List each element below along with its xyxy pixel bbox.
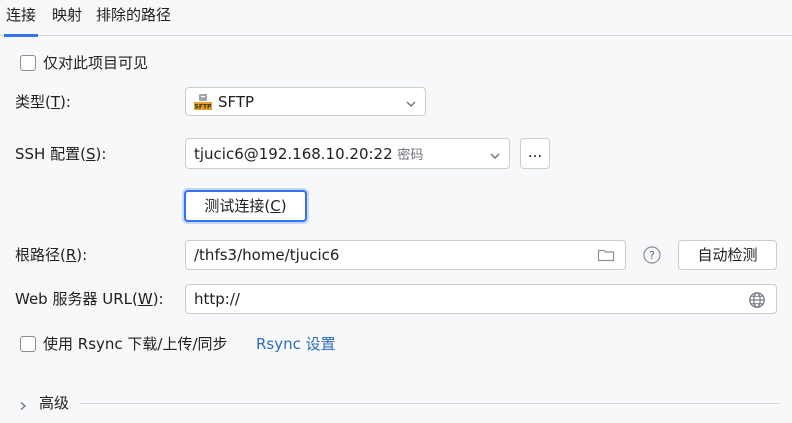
folder-icon[interactable] xyxy=(597,247,615,263)
chevron-down-icon xyxy=(405,96,417,108)
tab-connection[interactable]: 连接 xyxy=(4,0,39,37)
root-path-value: /thfs3/home/tjucic6 xyxy=(194,246,340,264)
type-label: 类型(T): xyxy=(15,93,71,111)
type-value: SFTP xyxy=(218,93,255,111)
advanced-divider xyxy=(80,403,780,404)
advanced-section-toggle[interactable]: 高级 xyxy=(39,393,69,413)
globe-icon[interactable] xyxy=(748,291,766,309)
test-connection-button[interactable]: 测试连接(C) xyxy=(184,190,307,222)
connection-settings-panel: 连接 映射 排除的路径 仅对此项目可见 类型(T): SFTP SFTP SSH… xyxy=(0,0,792,423)
web-server-url-input[interactable]: http:// xyxy=(185,284,777,314)
web-server-url-label: Web 服务器 URL(W): xyxy=(15,290,164,308)
ssh-auth-hint: 密码 xyxy=(397,148,424,163)
visible-only-project-checkbox[interactable] xyxy=(20,55,36,71)
visible-only-project-label: 仅对此项目可见 xyxy=(43,54,149,72)
rsync-settings-link[interactable]: Rsync 设置 xyxy=(256,334,336,354)
sftp-icon: SFTP xyxy=(194,93,212,111)
chevron-right-icon[interactable] xyxy=(18,397,28,410)
use-rsync-label: 使用 Rsync 下载/上传/同步 xyxy=(43,335,228,353)
ssh-config-select[interactable]: tjucic6@192.168.10.20:22 密码 xyxy=(185,138,510,169)
ssh-config-more-button[interactable]: ... xyxy=(520,138,550,169)
root-path-input[interactable]: /thfs3/home/tjucic6 xyxy=(185,240,626,270)
chevron-down-icon xyxy=(489,148,501,160)
ssh-config-value: tjucic6@192.168.10.20:22 密码 xyxy=(194,145,424,163)
tab-bar: 连接 映射 排除的路径 xyxy=(0,0,792,37)
use-rsync-checkbox[interactable] xyxy=(20,336,36,352)
type-select[interactable]: SFTP SFTP xyxy=(185,87,426,116)
autodetect-button[interactable]: 自动检测 xyxy=(678,240,777,270)
svg-text:SFTP: SFTP xyxy=(195,104,212,111)
tab-excluded-paths[interactable]: 排除的路径 xyxy=(94,0,173,36)
help-icon[interactable]: ? xyxy=(642,245,662,265)
ssh-config-label: SSH 配置(S): xyxy=(15,145,107,163)
tab-mappings[interactable]: 映射 xyxy=(50,0,84,36)
svg-text:?: ? xyxy=(649,249,655,262)
web-server-url-value: http:// xyxy=(194,290,240,308)
root-path-label: 根路径(R): xyxy=(15,246,88,264)
